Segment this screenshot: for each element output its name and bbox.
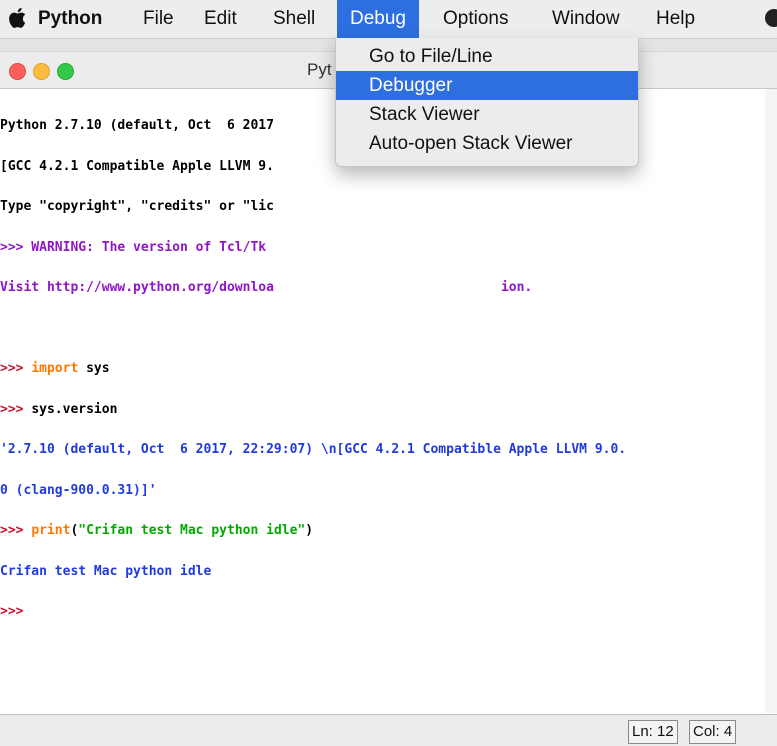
input-line: >>> sys.version bbox=[0, 401, 626, 417]
debug-menu-dropdown: Go to File/Line Debugger Stack Viewer Au… bbox=[335, 38, 639, 167]
menu-edit[interactable]: Edit bbox=[204, 0, 237, 38]
warning-line: >>> WARNING: The version of Tcl/Tk bbox=[0, 239, 267, 255]
prompt: >>> bbox=[0, 604, 24, 619]
menu-item-go-to-file-line[interactable]: Go to File/Line bbox=[336, 42, 638, 71]
menu-shell[interactable]: Shell bbox=[273, 0, 315, 38]
menu-bar: Python File Edit Shell Debug Options Win… bbox=[0, 0, 777, 39]
menu-file[interactable]: File bbox=[143, 0, 174, 38]
menu-debug[interactable]: Debug bbox=[337, 0, 419, 38]
close-window-icon[interactable] bbox=[9, 63, 26, 80]
menu-item-auto-open-stack-viewer[interactable]: Auto-open Stack Viewer bbox=[336, 129, 638, 158]
banner-line: Visit http://www.python.org/downloa ion. bbox=[0, 281, 626, 295]
keyword-import: import bbox=[31, 361, 79, 376]
shell-output: Python 2.7.10 (default, Oct 6 2017 [GCC … bbox=[0, 92, 626, 646]
command-text: sys.version bbox=[31, 401, 118, 417]
input-line: >>> print("Crifan test Mac python idle") bbox=[0, 524, 626, 538]
vertical-scrollbar[interactable] bbox=[765, 89, 777, 713]
visit-tail: ion. bbox=[500, 280, 533, 295]
menu-window[interactable]: Window bbox=[552, 0, 620, 38]
menu-help[interactable]: Help bbox=[656, 0, 695, 38]
import-rest: sys bbox=[78, 361, 110, 376]
prompt: >>> bbox=[0, 401, 32, 417]
paren-close: ) bbox=[305, 523, 314, 538]
control-center-icon[interactable] bbox=[765, 9, 777, 27]
output-line: '2.7.10 (default, Oct 6 2017, 22:29:07) … bbox=[0, 442, 627, 457]
column-number-field: Col: 4 bbox=[689, 720, 737, 744]
string-literal: "Crifan test Mac python idle" bbox=[78, 523, 306, 538]
zoom-window-icon[interactable] bbox=[57, 63, 74, 80]
menu-options[interactable]: Options bbox=[443, 0, 508, 38]
input-line: >>> import sys bbox=[0, 362, 626, 376]
minimize-window-icon[interactable] bbox=[33, 63, 50, 80]
line-number-field: Ln: 12 bbox=[628, 720, 678, 744]
output-line: Crifan test Mac python idle bbox=[0, 563, 212, 579]
prompt: >>> bbox=[0, 523, 32, 538]
apple-icon[interactable] bbox=[6, 5, 30, 31]
window-title: Pyt bbox=[307, 60, 332, 79]
shell-text-area[interactable]: Python 2.7.10 (default, Oct 6 2017 [GCC … bbox=[0, 89, 766, 713]
status-bar: Ln: 12 Col: 4 bbox=[0, 714, 777, 746]
menu-python[interactable]: Python bbox=[38, 0, 102, 38]
menu-item-stack-viewer[interactable]: Stack Viewer bbox=[336, 100, 638, 129]
banner-line: Type "copyright", "credits" or "lic bbox=[0, 199, 274, 214]
output-line: 0 (clang-900.0.31)]' bbox=[0, 482, 157, 498]
keyword-print: print bbox=[31, 523, 71, 538]
visit-text: Visit http://www.python.org/downloa bbox=[0, 280, 274, 295]
prompt: >>> bbox=[0, 361, 32, 376]
menu-item-debugger[interactable]: Debugger bbox=[336, 71, 638, 100]
